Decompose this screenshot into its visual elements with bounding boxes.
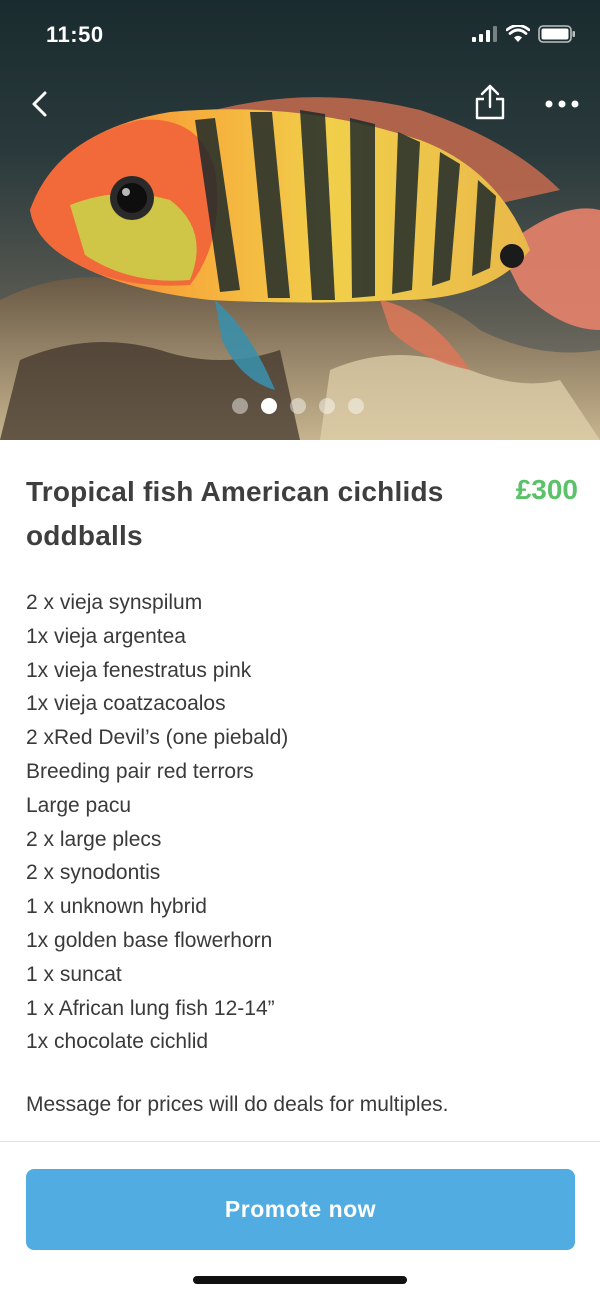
gallery-dot-active[interactable]	[261, 398, 277, 414]
description-line: 1x golden base flowerhorn	[26, 928, 273, 952]
description-line: 1 x African lung fish 12-14”	[26, 996, 275, 1020]
description-note: Message for prices will do deals for mul…	[26, 1093, 449, 1117]
listing-details: Tropical fish American cichlids oddballs…	[26, 470, 578, 1117]
gallery-dot[interactable]	[290, 398, 306, 414]
battery-icon	[538, 25, 575, 43]
description-line: 1x chocolate cichlid	[26, 1030, 209, 1054]
description-line: 1 x suncat	[26, 962, 122, 986]
description-line: Large pacu	[26, 793, 132, 817]
chevron-left-icon	[32, 91, 47, 117]
promote-now-button[interactable]: Promote now	[26, 1169, 575, 1250]
bottom-divider	[0, 1141, 600, 1142]
description-line: Breeding pair red terrors	[26, 759, 254, 783]
listing-description: 2 x vieja synspilum 1x vieja argentea 1x…	[26, 586, 578, 1059]
description-line: 1x vieja fenestratus pink	[26, 658, 252, 682]
share-button[interactable]	[468, 80, 512, 124]
status-time: 11:50	[46, 22, 104, 47]
status-icons	[472, 25, 576, 43]
back-button[interactable]	[18, 82, 62, 126]
more-options-button[interactable]	[540, 82, 584, 126]
description-line: 2 x vieja synspilum	[26, 591, 203, 614]
signal-icon	[472, 26, 497, 42]
description-line: 2 x synodontis	[26, 861, 161, 885]
more-dots-icon	[545, 100, 579, 108]
gallery-dot[interactable]	[319, 398, 335, 414]
listing-title: Tropical fish American cichlids oddballs	[26, 476, 444, 551]
description-line: 1 x unknown hybrid	[26, 895, 207, 919]
gallery-dot[interactable]	[232, 398, 248, 414]
title-row: Tropical fish American cichlids oddballs…	[26, 470, 578, 558]
description-line: 1x vieja argentea	[26, 624, 186, 648]
home-indicator[interactable]	[193, 1276, 407, 1284]
description-line: 1x vieja coatzacoalos	[26, 692, 226, 716]
share-icon	[475, 84, 505, 120]
description-line: 2 xRed Devil’s (one piebald)	[26, 726, 289, 750]
status-bar: 11:50	[0, 0, 600, 72]
listing-price: £300	[515, 474, 578, 505]
description-line: 2 x large plecs	[26, 827, 162, 851]
listing-photo[interactable]: 11:50	[0, 0, 600, 440]
gallery-pagination	[232, 398, 364, 414]
gallery-dot[interactable]	[348, 398, 364, 414]
wifi-icon	[506, 25, 530, 42]
